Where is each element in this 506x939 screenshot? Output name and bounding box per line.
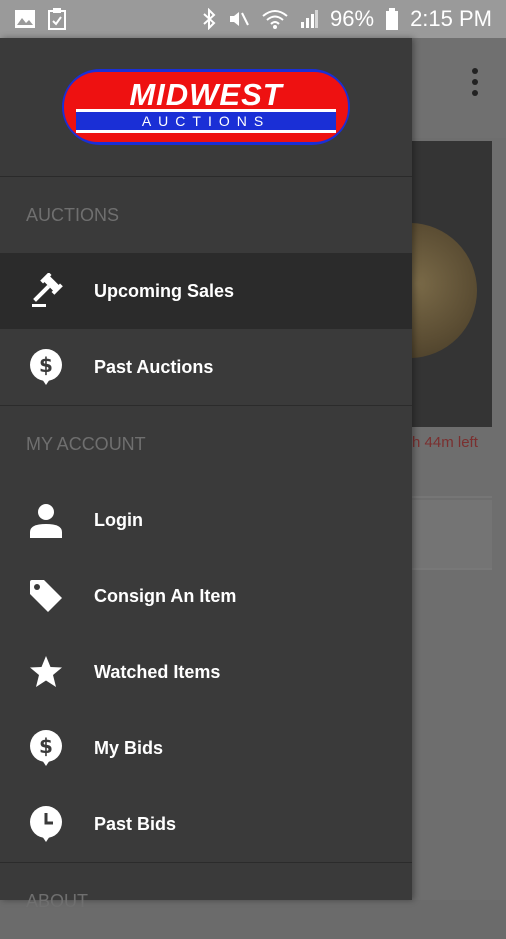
nav-item-label: My Bids bbox=[94, 737, 164, 758]
battery-icon bbox=[386, 8, 399, 30]
person-icon bbox=[0, 502, 94, 538]
logo-subtitle: AUCTIONS bbox=[141, 113, 271, 129]
clock-time: 2:15 PM bbox=[410, 6, 492, 31]
svg-text:$: $ bbox=[39, 353, 53, 377]
navigation-drawer: MIDWEST AUCTIONS AUCTIONS Upcoming Sales… bbox=[0, 38, 412, 911]
coin-image bbox=[412, 223, 477, 358]
mute-icon bbox=[228, 9, 250, 29]
background-lot-image bbox=[412, 141, 492, 427]
logo-title: MIDWEST bbox=[129, 77, 283, 112]
nav-item-my-bids[interactable]: $ My Bids bbox=[0, 710, 412, 786]
star-icon bbox=[0, 655, 94, 689]
section-heading-my-account: MY ACCOUNT bbox=[26, 434, 146, 454]
gavel-icon bbox=[0, 273, 94, 309]
wifi-icon bbox=[262, 9, 288, 29]
signal-icon bbox=[300, 10, 319, 28]
dollar-bubble-icon: $ bbox=[0, 348, 94, 386]
section-heading-about: ABOUT bbox=[26, 891, 89, 911]
tag-icon bbox=[0, 578, 94, 614]
nav-item-login[interactable]: Login bbox=[0, 482, 412, 558]
battery-percent: 96% bbox=[330, 6, 375, 31]
nav-item-watched-items[interactable]: Watched Items bbox=[0, 634, 412, 710]
nav-item-label: Consign An Item bbox=[94, 585, 237, 606]
background-divider bbox=[412, 496, 492, 498]
svg-text:$: $ bbox=[39, 734, 53, 758]
nav-item-consign-an-item[interactable]: Consign An Item bbox=[0, 558, 412, 634]
nav-item-label: Watched Items bbox=[94, 661, 221, 682]
overflow-menu-icon[interactable] bbox=[470, 68, 480, 101]
status-bar: 96% 2:15 PM bbox=[0, 0, 506, 38]
background-card bbox=[412, 500, 492, 568]
nav-item-past-bids[interactable]: Past Bids bbox=[0, 786, 412, 862]
section-heading-auctions: AUCTIONS bbox=[26, 205, 120, 225]
clock-bubble-icon bbox=[0, 805, 94, 843]
drawer-header: MIDWEST AUCTIONS bbox=[0, 38, 412, 177]
nav-item-label: Login bbox=[94, 509, 143, 530]
clipboard-check-icon bbox=[48, 8, 66, 30]
midwest-auctions-logo: MIDWEST AUCTIONS bbox=[62, 69, 350, 145]
bluetooth-icon bbox=[202, 8, 216, 30]
dollar-bubble-icon: $ bbox=[0, 729, 94, 767]
image-icon bbox=[14, 9, 36, 29]
nav-item-label: Upcoming Sales bbox=[94, 280, 235, 301]
nav-item-label: Past Bids bbox=[94, 813, 177, 834]
nav-item-label: Past Auctions bbox=[94, 356, 214, 377]
background-time-left: h 44m left bbox=[412, 434, 478, 451]
nav-item-past-auctions[interactable]: $ Past Auctions bbox=[0, 329, 412, 405]
nav-item-upcoming-sales[interactable]: Upcoming Sales bbox=[0, 253, 412, 329]
background-divider bbox=[412, 568, 492, 570]
